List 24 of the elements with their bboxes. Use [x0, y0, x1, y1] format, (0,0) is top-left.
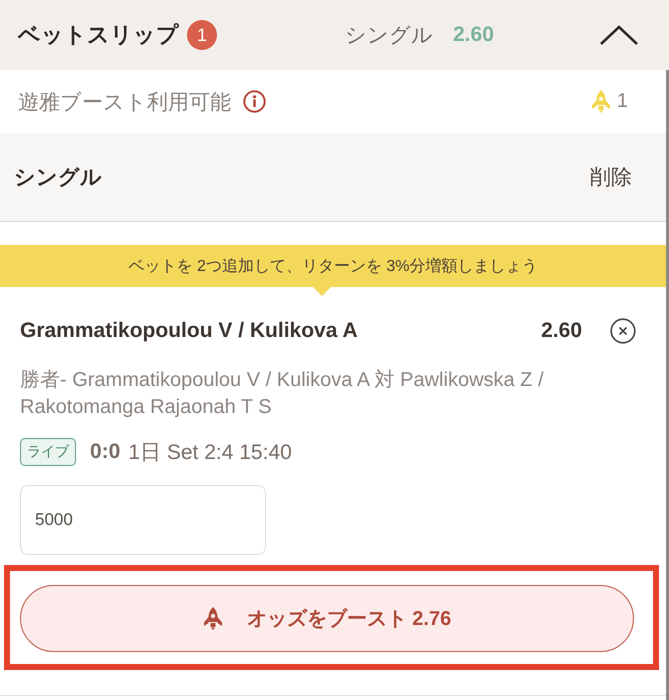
count-badge: 1	[187, 20, 217, 50]
selection-title: Grammatikopoulou V / Kulikova A	[20, 319, 358, 343]
match-status: 1日 Set 2:4 15:40	[128, 440, 292, 466]
score-text: 0:0	[90, 440, 120, 464]
rocket-icon	[202, 607, 223, 630]
scrollbar-thumb[interactable]	[666, 70, 669, 700]
banner-pointer-icon	[313, 287, 331, 296]
stake-input-field[interactable]: 5000	[20, 485, 266, 555]
boost-available-label: 遊雅ブースト利用可能	[18, 90, 231, 116]
market-description: 勝者- Grammatikopoulou V / Kulikova A 対 Pawlikowska Z / Rakotomanga Rajaonah T S	[20, 368, 545, 420]
betslip-title: ベットスリップ	[18, 21, 179, 49]
live-badge: ライブ	[20, 438, 76, 466]
selection-odds: 2.60	[541, 319, 582, 343]
section-title: シングル	[14, 165, 102, 191]
bet-type-label: シングル	[345, 23, 433, 49]
boost-odds-button[interactable]: オッズをブースト 2.76	[20, 585, 634, 652]
rocket-icon	[590, 90, 611, 113]
collapse-chevron-icon[interactable]	[599, 24, 639, 46]
close-icon[interactable]	[610, 318, 636, 344]
total-odds: 2.60	[453, 23, 494, 47]
boost-count: 1	[616, 90, 628, 113]
info-icon[interactable]	[243, 90, 266, 113]
delete-link[interactable]: 削除	[590, 163, 632, 191]
promo-banner: ベットを 2つ追加して、リターンを 3%分増額しましょう	[0, 245, 666, 287]
